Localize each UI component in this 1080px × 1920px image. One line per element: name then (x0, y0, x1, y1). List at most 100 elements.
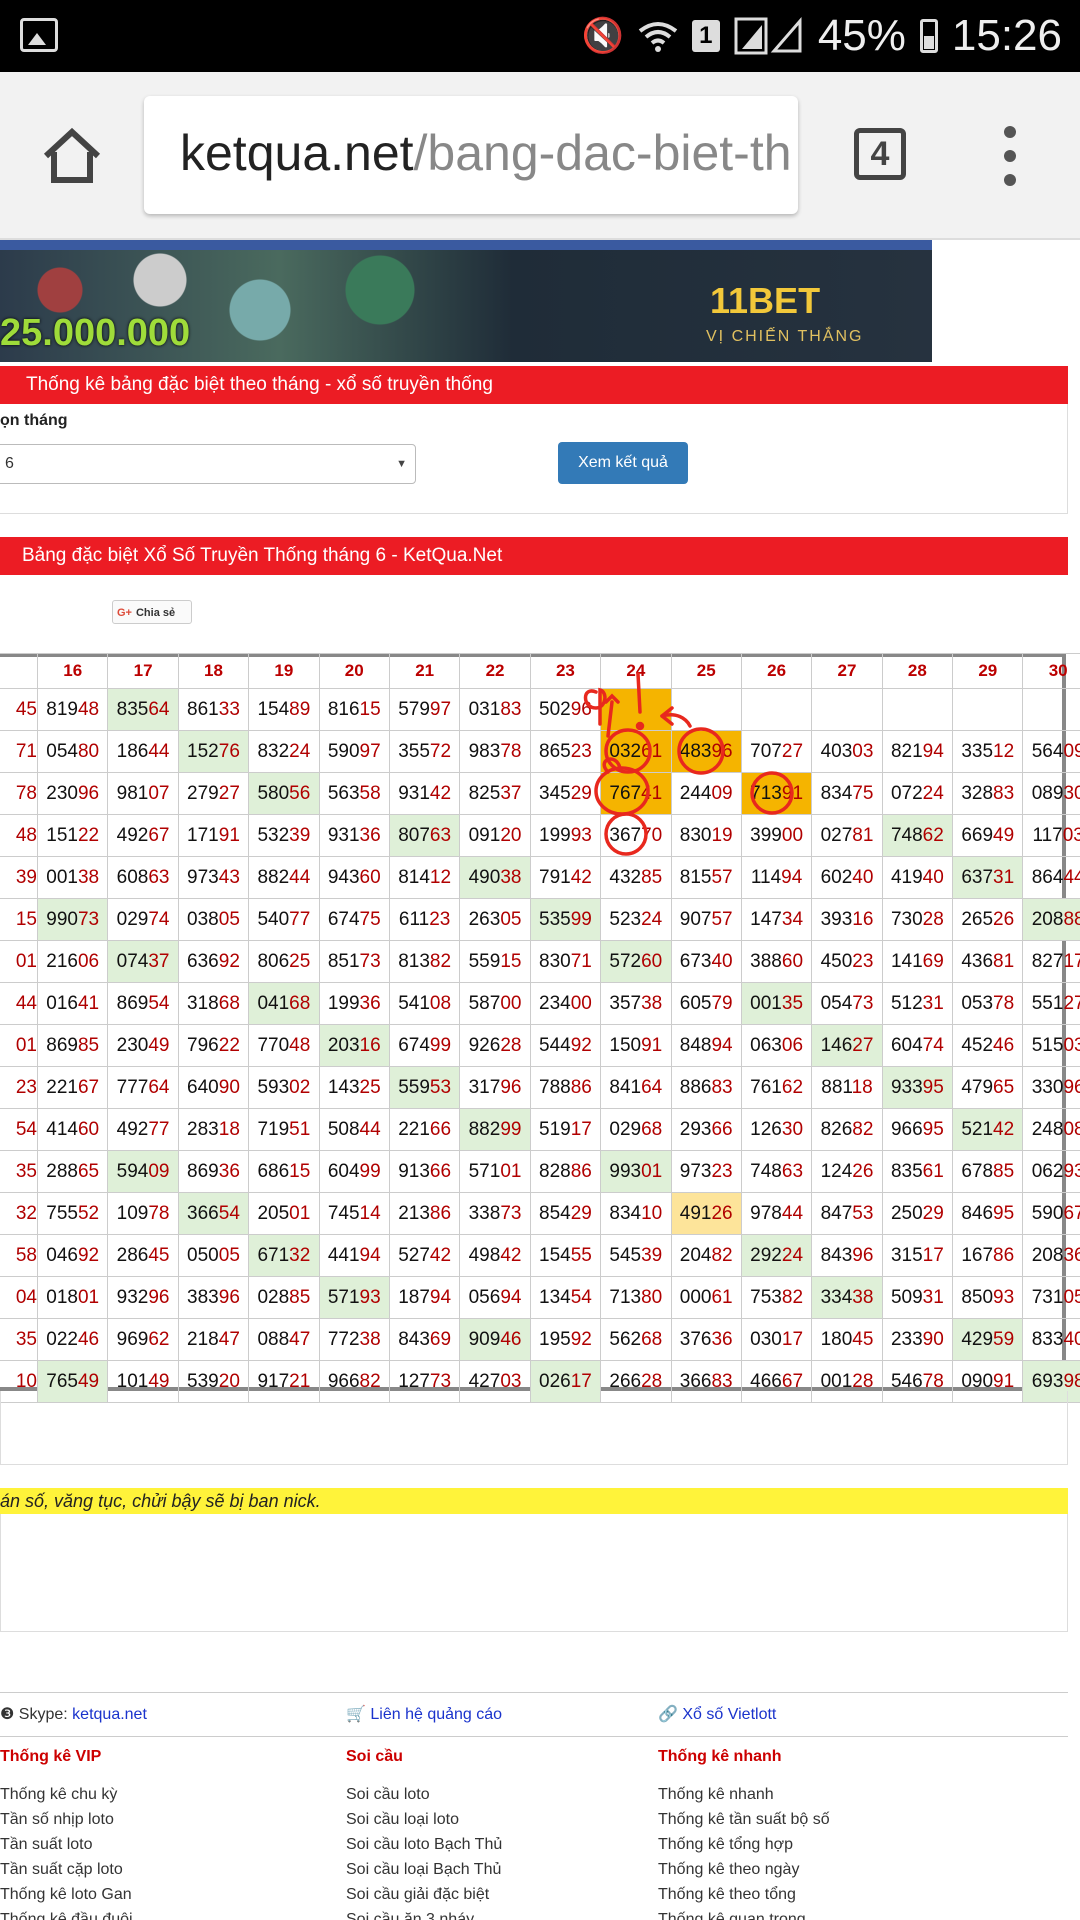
result-cell: 04168 (248, 982, 320, 1025)
result-cell: 21386 (388, 1192, 461, 1235)
result-cell: 86133 (177, 688, 250, 731)
result-cell: 83475 (811, 772, 883, 815)
result-cell: 83410 (600, 1192, 672, 1235)
result-cell: 19936 (318, 982, 390, 1025)
result-cell: 33096 (1022, 1066, 1080, 1109)
footer-link[interactable]: Thống kê theo tổng (658, 1886, 796, 1904)
home-icon[interactable] (40, 126, 104, 186)
result-cell: 71 (0, 730, 38, 773)
result-cell: 18644 (107, 730, 179, 773)
result-cell: 56409 (1022, 730, 1080, 773)
footer-link[interactable]: Soi cầu loại Bạch Thủ (346, 1861, 501, 1879)
footer-link[interactable]: Soi cầu loto (346, 1786, 430, 1804)
footer-link[interactable]: Soi cầu loto Bạch Thủ (346, 1836, 502, 1854)
table-row: 15 99073 02974 03805 54077 67475 61123 26305 535… (0, 898, 1080, 941)
footer-link[interactable]: Thống kê đầu đuôi (0, 1911, 133, 1920)
footer-link[interactable]: Soi cầu giải đặc biệt (346, 1886, 489, 1904)
result-cell: 49842 (459, 1234, 531, 1277)
result-cell: 84369 (388, 1318, 461, 1361)
result-cell: 82682 (811, 1108, 883, 1151)
day-header-cell: 21 (388, 653, 461, 689)
result-cell: 75382 (740, 1276, 813, 1319)
vietlott-link[interactable]: 🔗 Xổ số Vietlott (658, 1704, 776, 1724)
result-cell: 58700 (459, 982, 531, 1025)
result-cell: 61123 (388, 898, 461, 941)
result-cell: 25029 (881, 1192, 954, 1235)
footer-link[interactable]: Soi cầu ăn 3 nháy (346, 1911, 474, 1920)
footer-link[interactable]: Thống kê tần suất bộ số (658, 1811, 830, 1829)
result-cell: 84164 (600, 1066, 672, 1109)
result-cell: 37636 (670, 1318, 742, 1361)
result-cell: 14325 (318, 1066, 390, 1109)
link-icon: 🔗 (658, 1706, 678, 1723)
result-cell: 81615 (318, 688, 390, 731)
table-row: 01 86985 23049 79622 77048 20316 67499 92628 544… (0, 1024, 1080, 1067)
result-cell: 81382 (388, 940, 461, 983)
result-cell: 47965 (952, 1066, 1024, 1109)
footer-link[interactable]: Tần suất cặp loto (0, 1861, 123, 1879)
day-header-cell: 24 (600, 653, 672, 689)
result-cell: 54077 (248, 898, 320, 941)
result-cell: 08930 (1022, 772, 1080, 815)
footer-link[interactable]: Thống kê quan trọng (658, 1911, 806, 1920)
result-cell: 86523 (529, 730, 602, 773)
browser-toolbar: ketqua.net/bang-dac-biet-th 4 (0, 72, 1080, 240)
result-cell: 83561 (881, 1150, 954, 1193)
share-button[interactable]: G+ Chia sẻ (112, 600, 192, 624)
address-bar[interactable]: ketqua.net/bang-dac-biet-th (144, 96, 798, 214)
footer-link[interactable]: Tần số nhịp loto (0, 1811, 114, 1829)
result-cell: 24808 (1022, 1108, 1080, 1151)
footer-link[interactable]: Soi cầu loại loto (346, 1811, 459, 1829)
footer-link[interactable]: Thống kê nhanh (658, 1786, 774, 1804)
result-cell: 32883 (952, 772, 1024, 815)
footer-link[interactable]: Thống kê chu kỳ (0, 1786, 117, 1804)
tab-switcher-button[interactable]: 4 (854, 128, 906, 180)
day-header-cell: 27 (811, 653, 883, 689)
result-cell: 84396 (811, 1234, 883, 1277)
result-cell: 09120 (459, 814, 531, 857)
table-row: 23 22167 77764 64090 59302 14325 55953 31796 788… (0, 1066, 1080, 1109)
table-row: 35 28865 59409 86936 68615 60499 91366 57101 828… (0, 1150, 1080, 1193)
result-cell: 01 (0, 1024, 38, 1067)
result-cell: 85173 (318, 940, 390, 983)
result-cell: 78 (0, 772, 38, 815)
result-cell: 49038 (459, 856, 531, 899)
skype-label: Skype: (18, 1706, 68, 1723)
result-cell: 74862 (881, 814, 954, 857)
result-cell: 39900 (740, 814, 813, 857)
result-cell: 13454 (529, 1276, 602, 1319)
ad-banner[interactable]: 25.000.000 11BET VỊ CHIẾN THẮNG (0, 250, 932, 362)
result-cell: 15122 (36, 814, 109, 857)
skype-link[interactable]: ketqua.net (72, 1706, 147, 1723)
banner-top-strip (0, 240, 932, 250)
result-cell: 26305 (459, 898, 531, 941)
result-cell: 53239 (248, 814, 320, 857)
result-cell: 35 (0, 1318, 38, 1361)
result-cell: 55127 (1022, 982, 1080, 1025)
result-cell: 50931 (881, 1276, 954, 1319)
result-cell: 17191 (177, 814, 250, 857)
result-cell: 57260 (600, 940, 672, 983)
result-cell: 82886 (529, 1150, 602, 1193)
footer-link[interactable]: Thống kê tổng hợp (658, 1836, 793, 1854)
result-cell: 20836 (1022, 1234, 1080, 1277)
result-cell: 04 (0, 1276, 38, 1319)
result-cell: 82717 (1022, 940, 1080, 983)
result-cell: 90946 (459, 1318, 531, 1361)
footer-link[interactable]: Thống kê loto Gan (0, 1886, 132, 1904)
vietlott-label: Xổ số Vietlott (682, 1706, 777, 1723)
result-cell: 15455 (529, 1234, 602, 1277)
footer-link[interactable]: Tần suất loto (0, 1836, 93, 1854)
result-cell: 39316 (811, 898, 883, 941)
result-cell: 60499 (318, 1150, 390, 1193)
result-cell (952, 688, 1024, 731)
result-cell: 85429 (529, 1192, 602, 1235)
footer-link[interactable]: Thống kê theo ngày (658, 1861, 799, 1879)
result-cell: 05480 (36, 730, 109, 773)
ad-contact-link[interactable]: 🛒 Liên hệ quảng cáo (346, 1704, 502, 1724)
overflow-menu-icon[interactable] (996, 126, 1024, 190)
result-cell: 33512 (952, 730, 1024, 773)
result-cell: 14627 (811, 1024, 883, 1067)
result-cell: 50296 (529, 688, 602, 731)
result-cell (670, 688, 742, 731)
